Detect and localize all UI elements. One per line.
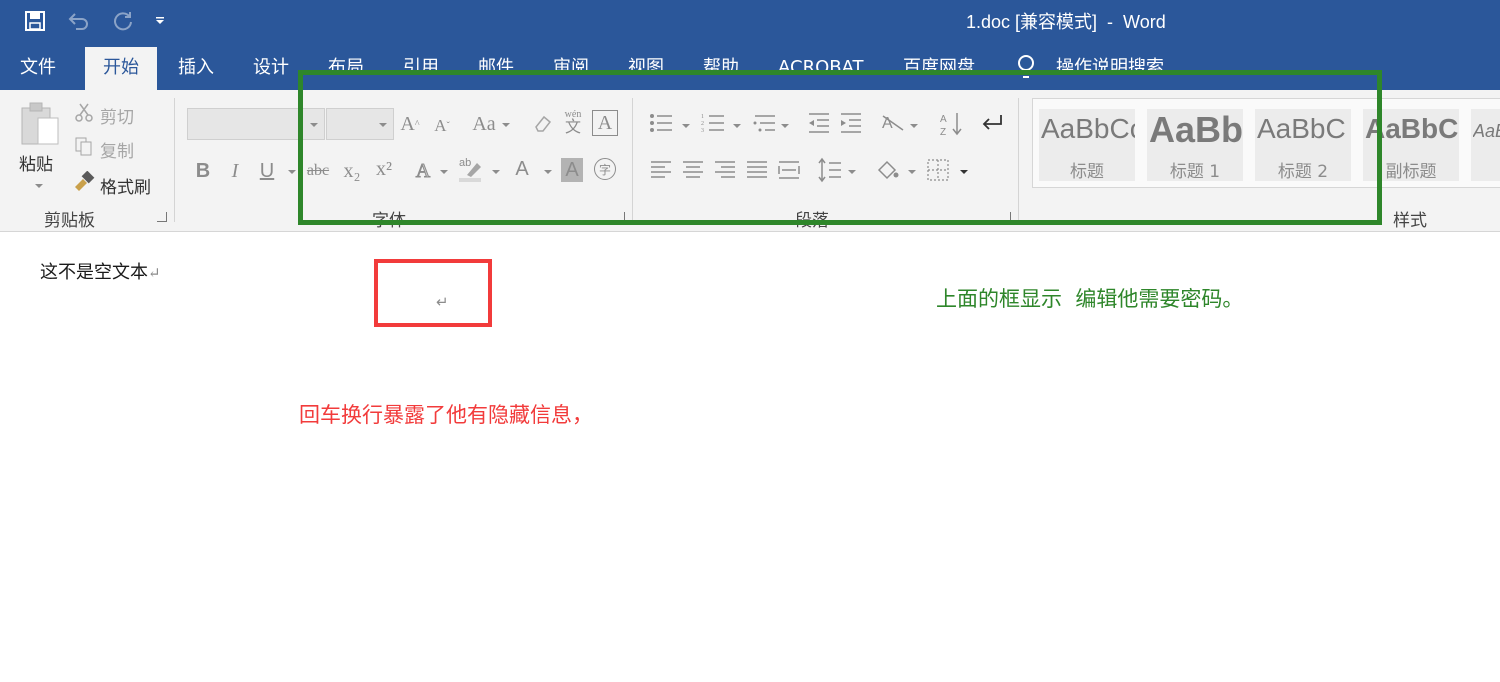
- annotation-red: 回车换行暴露了他有隐藏信息，: [299, 403, 593, 427]
- underline-button[interactable]: U: [256, 156, 278, 186]
- scissors-icon: [74, 102, 94, 124]
- save-icon[interactable]: [22, 8, 48, 34]
- styles-group-label: 样式: [1393, 211, 1427, 231]
- format-painter-button[interactable]: 格式刷: [100, 173, 151, 198]
- style-partial[interactable]: AaBl: [1471, 109, 1500, 181]
- copy-button[interactable]: 复制: [100, 137, 134, 162]
- paste-icon[interactable]: [18, 100, 62, 150]
- style-partial-preview: AaBl: [1473, 121, 1500, 141]
- undo-icon[interactable]: [66, 8, 92, 34]
- document-text: 这不是空文本: [40, 262, 148, 283]
- redo-icon[interactable]: [110, 8, 136, 34]
- tab-design[interactable]: 设计: [253, 54, 289, 90]
- clipboard-group-label: 剪贴板: [44, 211, 95, 231]
- italic-button[interactable]: I: [224, 156, 246, 186]
- underline-dropdown[interactable]: [288, 170, 296, 174]
- separator: [174, 98, 175, 222]
- bold-button[interactable]: B: [192, 156, 214, 186]
- copy-icon: [74, 136, 94, 158]
- quick-access-toolbar: [22, 8, 176, 34]
- tab-insert[interactable]: 插入: [178, 54, 214, 90]
- document-title: 1.doc [兼容模式] - Word: [966, 12, 1166, 32]
- red-highlight-box: ↵: [374, 259, 492, 327]
- customize-icon[interactable]: [154, 8, 166, 34]
- title-bar: 1.doc [兼容模式] - Word: [0, 0, 1500, 42]
- tab-file[interactable]: 文件: [20, 54, 56, 90]
- cut-button[interactable]: 剪切: [100, 103, 134, 128]
- clipboard-launcher[interactable]: [157, 212, 167, 222]
- document-body[interactable]: 这不是空文本↵: [40, 258, 161, 284]
- paste-button[interactable]: 粘贴: [19, 150, 53, 175]
- hidden-paragraph-mark: ↵: [436, 293, 449, 311]
- format-painter-icon: [72, 170, 96, 192]
- green-highlight-box: [298, 70, 1382, 225]
- annotation-green: 上面的框显示 编辑他需要密码。: [936, 287, 1244, 311]
- paste-dropdown[interactable]: [35, 184, 43, 188]
- tab-home[interactable]: 开始: [85, 47, 157, 90]
- paragraph-mark: ↵: [148, 264, 161, 282]
